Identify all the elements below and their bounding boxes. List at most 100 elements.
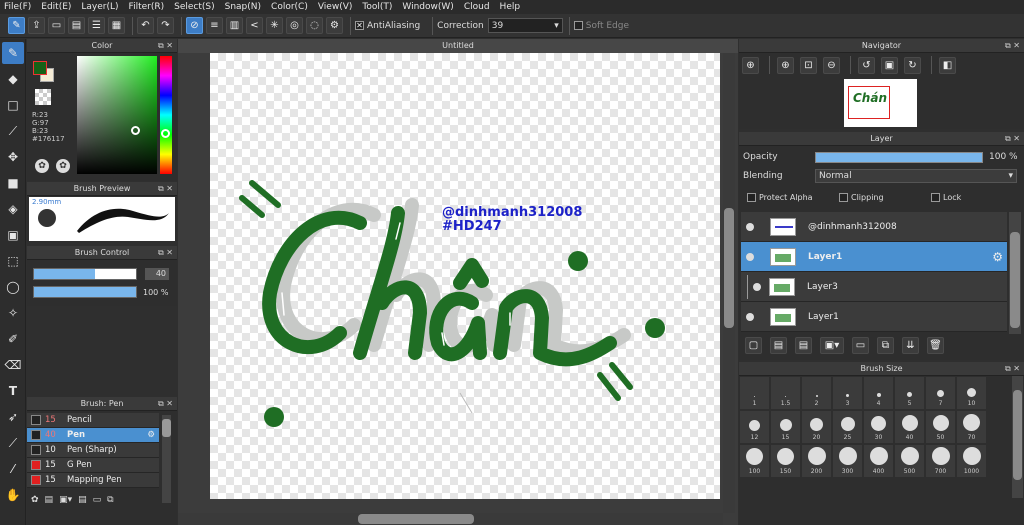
snap-circle-icon[interactable]: ◎	[286, 17, 303, 34]
add-layer-menu-icon[interactable]: ▣▾	[820, 337, 844, 354]
snap-curve-icon[interactable]: ◌	[306, 17, 323, 34]
folder-icon[interactable]: ▭	[852, 337, 869, 354]
menu-cloud[interactable]: Cloud	[464, 2, 490, 12]
brush-item-g-pen[interactable]: 15 G Pen	[27, 458, 159, 473]
brush-size-option[interactable]: 40	[895, 411, 924, 443]
panel-close-icon[interactable]: ⧉ ✕	[158, 397, 173, 411]
brush-size-option[interactable]: 15	[771, 411, 800, 443]
fill-shape-tool-icon[interactable]: ■	[2, 172, 24, 194]
brush-size-option[interactable]: 400	[864, 445, 893, 477]
brush-size-option[interactable]: 5	[895, 377, 924, 409]
grid-icon[interactable]: ▦	[108, 17, 125, 34]
text-tool-icon[interactable]: T	[2, 380, 24, 402]
gear-icon[interactable]: ⚙	[992, 250, 1003, 264]
canvas-paper[interactable]: @dinhmanh312008 #HD247	[210, 53, 720, 499]
brush-size-scrollbar[interactable]	[1012, 376, 1023, 498]
panel-close-icon[interactable]: ⧉ ✕	[158, 182, 173, 196]
document-tab[interactable]: Untitled	[178, 39, 738, 53]
brush-group-icon[interactable]: ▤	[45, 495, 54, 505]
saturation-value-square[interactable]	[77, 56, 157, 174]
redo-icon[interactable]: ↷	[157, 17, 174, 34]
select-pen-tool-icon[interactable]: ✐	[2, 328, 24, 350]
brush-settings-icon[interactable]: ▤	[78, 495, 87, 505]
navigator-thumbnail[interactable]: Chán	[844, 79, 917, 127]
scrollbar-thumb[interactable]	[1010, 232, 1020, 328]
antialiasing-checkbox[interactable]: ✕	[355, 21, 364, 30]
snap-settings-icon[interactable]: ⚙	[326, 17, 343, 34]
brush-size-option[interactable]: 30	[864, 411, 893, 443]
menu-file[interactable]: File(F)	[4, 2, 31, 12]
gradient-tool-icon[interactable]: ▣	[2, 224, 24, 246]
scrollbar-thumb[interactable]	[358, 514, 474, 524]
brush-size-option[interactable]: 1.5	[771, 377, 800, 409]
rotate-right-icon[interactable]: ↻	[904, 56, 921, 74]
zoom-in-icon[interactable]: ⊕	[777, 56, 794, 74]
scrollbar-thumb[interactable]	[1013, 390, 1022, 480]
brush-size-option[interactable]: 50	[926, 411, 955, 443]
brush-size-option[interactable]: 4	[864, 377, 893, 409]
undo-icon[interactable]: ↶	[137, 17, 154, 34]
add-brush-icon[interactable]: ✿	[31, 495, 39, 505]
menu-help[interactable]: Help	[500, 2, 521, 12]
brush-item-mapping-pen[interactable]: 15 Mapping Pen	[27, 473, 159, 488]
brush-list-scrollbar[interactable]	[162, 415, 171, 503]
eraser-tool-icon[interactable]: ◆	[2, 68, 24, 90]
clipping-checkbox[interactable]	[839, 192, 848, 202]
fit-screen-icon[interactable]: ▣	[881, 56, 898, 74]
operation-tool-icon[interactable]: ➶	[2, 406, 24, 428]
brush-size-option[interactable]: 10	[957, 377, 986, 409]
share-icon[interactable]: ⇪	[28, 17, 45, 34]
snap-vanish-icon[interactable]: <	[246, 17, 263, 34]
hue-slider[interactable]	[160, 56, 172, 174]
brush-size-option[interactable]: 700	[926, 445, 955, 477]
add-halftone-layer-icon[interactable]: ▤	[770, 337, 787, 354]
main-color-swatch[interactable]	[33, 61, 47, 75]
add-layer-icon[interactable]: ▢	[745, 337, 762, 354]
visibility-eye-icon[interactable]	[753, 282, 761, 291]
layer-scrollbar[interactable]	[1009, 212, 1021, 334]
brush-size-option[interactable]: 70	[957, 411, 986, 443]
panel-close-icon[interactable]: ⧉ ✕	[1005, 39, 1020, 53]
brush-size-option[interactable]: 100	[740, 445, 769, 477]
blending-select[interactable]: Normal ▾	[815, 169, 1017, 183]
brush-size-option[interactable]: 200	[802, 445, 831, 477]
snap-radial-icon[interactable]: ✳	[266, 17, 283, 34]
folder-icon[interactable]: ▭	[93, 495, 102, 505]
scrollbar-thumb[interactable]	[162, 419, 171, 437]
duplicate-icon[interactable]: ⧉	[107, 495, 113, 505]
hand-tool-icon[interactable]: ✋	[2, 484, 24, 506]
brush-size-option[interactable]: 150	[771, 445, 800, 477]
menu-color[interactable]: Color(C)	[271, 2, 308, 12]
visibility-eye-icon[interactable]	[746, 222, 754, 231]
delete-layer-icon[interactable]: 🗑	[927, 337, 944, 354]
zoom-out-icon[interactable]: ⊖	[823, 56, 840, 74]
brush-item-pen[interactable]: 40 Pen ⚙	[27, 428, 159, 443]
select-tool-icon[interactable]: ⬚	[2, 250, 24, 272]
comment-icon[interactable]: ▭	[48, 17, 65, 34]
brush-size-option[interactable]: 12	[740, 411, 769, 443]
merge-layer-icon[interactable]: ⇊	[902, 337, 919, 354]
snap-parallel-icon[interactable]: ≡	[206, 17, 223, 34]
gear-icon[interactable]: ⚙	[147, 430, 155, 440]
brush-size-option[interactable]: 20	[802, 411, 831, 443]
snap-off-icon[interactable]: ⊘	[186, 17, 203, 34]
visibility-eye-icon[interactable]	[746, 252, 754, 261]
line-tool-icon[interactable]: ⟋	[2, 120, 24, 142]
correction-select[interactable]: 39 ▾	[487, 18, 563, 33]
fit-icon[interactable]: ⊡	[800, 56, 817, 74]
brush-tool-icon[interactable]: ✎	[2, 42, 24, 64]
palette-add-icon[interactable]: ✿	[56, 159, 70, 173]
menu-snap[interactable]: Snap(N)	[225, 2, 261, 12]
brush-item-pencil[interactable]: 15 Pencil	[27, 413, 159, 428]
list-icon[interactable]: ☰	[88, 17, 105, 34]
select-eraser-tool-icon[interactable]: ⌫	[2, 354, 24, 376]
brush-size-option[interactable]: 500	[895, 445, 924, 477]
move-tool-icon[interactable]: ✥	[2, 146, 24, 168]
magic-wand-tool-icon[interactable]: ✧	[2, 302, 24, 324]
bucket-tool-icon[interactable]: ◈	[2, 198, 24, 220]
brush-size-slider[interactable]	[33, 268, 137, 280]
canvas-vertical-scrollbar[interactable]	[723, 53, 735, 513]
divide-tool-icon[interactable]: ⟋	[2, 432, 24, 454]
layer-opacity-slider[interactable]	[815, 151, 983, 163]
lasso-tool-icon[interactable]: ◯	[2, 276, 24, 298]
